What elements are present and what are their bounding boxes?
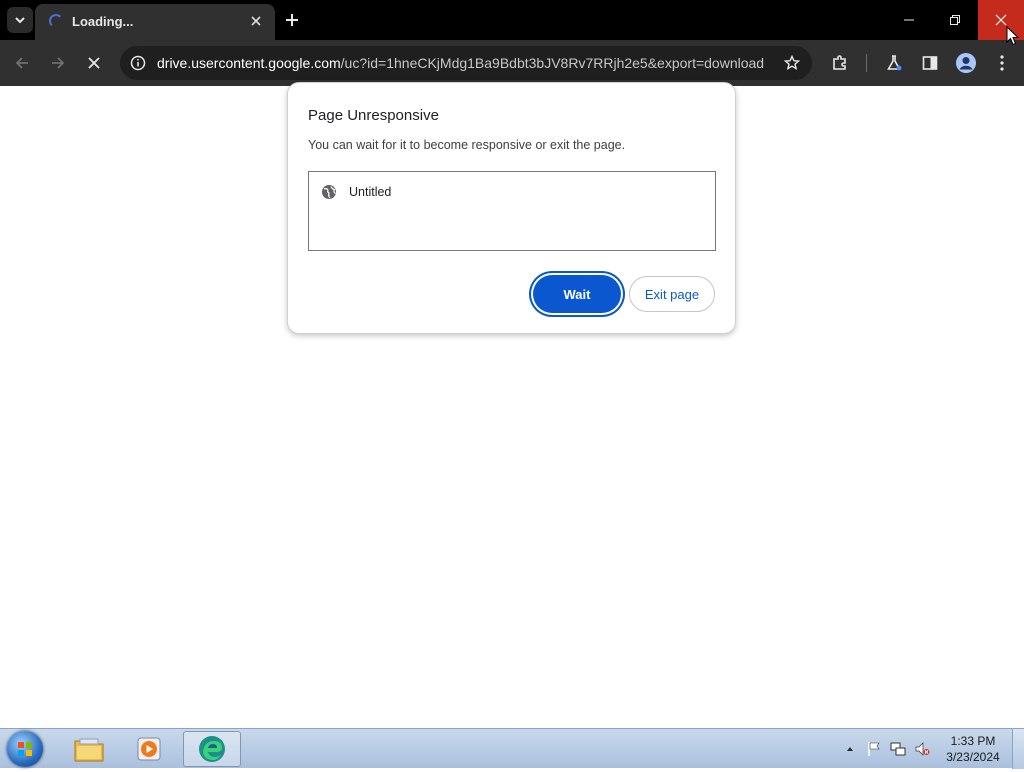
file-explorer-icon [74, 738, 104, 762]
minimize-icon [904, 19, 914, 21]
unresponsive-page-list[interactable]: Untitled [308, 171, 716, 251]
labs-button[interactable] [879, 48, 909, 78]
show-desktop-button[interactable] [1012, 729, 1024, 769]
taskbar-media-player[interactable] [120, 731, 178, 767]
wait-button[interactable]: Wait [533, 275, 621, 313]
close-icon [88, 57, 100, 69]
tab-active[interactable]: Loading... [35, 4, 275, 40]
chevron-down-icon [15, 17, 25, 24]
action-center-button[interactable] [866, 741, 882, 757]
windows-taskbar: 1:33 PM 3/23/2024 [0, 728, 1024, 769]
info-icon [130, 55, 146, 71]
tab-strip: Loading... [0, 0, 1024, 40]
bookmark-button[interactable] [780, 51, 804, 75]
volume-muted-icon [915, 742, 930, 756]
tab-search-button[interactable] [7, 7, 33, 33]
address-bar[interactable]: drive.usercontent.google.com/uc?id=1hneC… [120, 46, 812, 80]
close-icon [251, 16, 261, 26]
side-panel-button[interactable] [915, 48, 945, 78]
extensions-button[interactable] [825, 48, 855, 78]
site-info-button[interactable] [126, 51, 150, 75]
forward-button[interactable] [43, 48, 73, 78]
stop-loading-button[interactable] [79, 48, 109, 78]
dialog-message: You can wait for it to become responsive… [308, 138, 626, 152]
arrow-right-icon [52, 57, 65, 69]
star-icon [784, 55, 800, 71]
new-tab-button[interactable] [280, 8, 304, 32]
browser-toolbar: drive.usercontent.google.com/uc?id=1hneC… [0, 40, 1024, 86]
restore-icon [950, 15, 960, 25]
mouse-cursor-icon [1006, 26, 1020, 46]
account-icon [956, 53, 976, 73]
profile-button[interactable] [951, 48, 981, 78]
minimize-button[interactable] [886, 0, 932, 40]
show-hidden-icons-button[interactable] [842, 741, 858, 757]
back-button[interactable] [7, 48, 37, 78]
start-button[interactable] [7, 731, 43, 767]
close-icon [995, 14, 1007, 26]
taskbar-file-explorer[interactable] [60, 731, 118, 767]
flag-icon [868, 742, 880, 756]
edge-browser-icon [199, 736, 225, 762]
clock-date: 3/23/2024 [946, 750, 1000, 764]
network-button[interactable] [890, 741, 906, 757]
taskbar-edge-browser[interactable] [183, 731, 241, 767]
puzzle-icon [833, 55, 846, 70]
toolbar-divider [866, 54, 867, 72]
globe-icon [322, 185, 336, 199]
chevron-up-icon [847, 747, 853, 751]
menu-button[interactable] [987, 48, 1017, 78]
arrow-left-icon [15, 57, 28, 69]
flask-icon [887, 55, 902, 71]
exit-page-button[interactable]: Exit page [629, 276, 715, 312]
url-text: drive.usercontent.google.com/uc?id=1hneC… [157, 55, 764, 71]
media-player-icon [137, 737, 161, 761]
restore-button[interactable] [932, 0, 978, 40]
side-panel-icon [922, 56, 938, 70]
volume-button[interactable] [914, 741, 930, 757]
plus-icon [286, 14, 298, 26]
loading-spinner-icon [49, 14, 63, 28]
system-tray [842, 729, 942, 769]
clock-time: 1:33 PM [950, 734, 996, 748]
page-unresponsive-dialog: Page Unresponsive You can wait for it to… [287, 82, 736, 334]
network-icon [890, 742, 906, 756]
dialog-title: Page Unresponsive [308, 107, 439, 124]
taskbar-clock[interactable]: 1:33 PM 3/23/2024 [942, 733, 1004, 765]
tab-close-button[interactable] [247, 12, 265, 30]
list-item-label: Untitled [349, 185, 392, 199]
tab-title: Loading... [72, 14, 134, 29]
url-path: /uc?id=1hneCKjMdg1Ba9Bdbt3bJV8Rv7RRjh2e5… [340, 55, 765, 71]
more-vert-icon [1000, 55, 1004, 71]
url-host: drive.usercontent.google.com [157, 55, 341, 71]
windows-logo-icon [18, 742, 32, 756]
